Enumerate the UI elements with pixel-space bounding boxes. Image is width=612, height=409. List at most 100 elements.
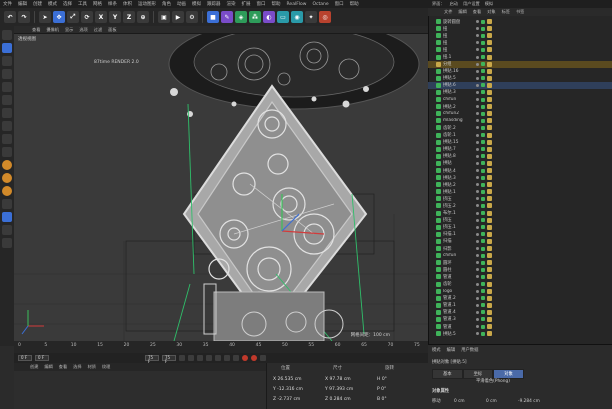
sculpt-icon[interactable] <box>2 199 12 209</box>
tag-icon[interactable] <box>487 324 492 330</box>
tag-icon[interactable] <box>487 288 492 294</box>
layer-icon[interactable] <box>2 212 12 222</box>
object-row[interactable]: 扭 <box>428 46 612 53</box>
object-menu-item-0[interactable]: 文件 <box>444 9 452 15</box>
attributes-menu-item-2[interactable]: 用户数据 <box>461 347 478 353</box>
menu-item-8[interactable]: 体积 <box>123 1 132 7</box>
autokey-icon[interactable] <box>251 355 257 361</box>
tag-icon[interactable] <box>487 82 492 88</box>
make-editable-icon[interactable] <box>2 30 12 40</box>
viewport-menu-item-3[interactable]: 选项 <box>79 27 87 33</box>
menu-item-15[interactable]: 扩展 <box>242 1 251 7</box>
tag-icon[interactable] <box>487 316 492 322</box>
visibility-dot-icon[interactable] <box>476 20 479 24</box>
tag-icon[interactable] <box>487 217 492 223</box>
enabled-check-icon[interactable] <box>481 296 485 301</box>
visibility-dot-icon[interactable] <box>476 247 479 251</box>
object-row[interactable]: 挤压 <box>428 217 612 224</box>
tag-icon[interactable] <box>487 246 492 252</box>
object-row[interactable]: logo <box>428 288 612 295</box>
visibility-dot-icon[interactable] <box>476 239 479 243</box>
material-menu-item-5[interactable]: 纹理 <box>102 364 110 370</box>
coord-system-icon[interactable]: ⊕ <box>137 11 149 23</box>
octane-icon[interactable]: ◎ <box>319 11 331 23</box>
object-row[interactable]: 扫影 <box>428 245 612 252</box>
record-icon[interactable] <box>242 355 248 361</box>
visibility-dot-icon[interactable] <box>476 325 479 329</box>
visibility-dot-icon[interactable] <box>476 261 479 265</box>
enabled-check-icon[interactable] <box>481 161 485 166</box>
brush-icon[interactable] <box>2 238 12 248</box>
menu-item-12[interactable]: 模拟 <box>192 1 201 7</box>
tag-icon[interactable] <box>487 68 492 74</box>
visibility-dot-icon[interactable] <box>476 140 479 144</box>
z-axis-button[interactable]: Z <box>123 11 135 23</box>
light-icon[interactable]: ✦ <box>305 11 317 23</box>
end-frame-field-2[interactable]: 75 F <box>162 355 176 364</box>
enabled-check-icon[interactable] <box>481 182 485 187</box>
visibility-dot-icon[interactable] <box>476 27 479 31</box>
tag-icon[interactable] <box>487 302 492 308</box>
object-row[interactable]: 挤压.1 <box>428 224 612 231</box>
enabled-check-icon[interactable] <box>481 147 485 152</box>
point-mode-icon[interactable] <box>2 69 12 79</box>
size-z-field[interactable]: Z 0.284 cm <box>325 397 373 402</box>
tag-icon[interactable] <box>487 231 492 237</box>
tag-icon[interactable] <box>487 47 492 53</box>
visibility-dot-icon[interactable] <box>476 154 479 158</box>
object-row[interactable]: 拼贴.16 <box>428 68 612 75</box>
visibility-dot-icon[interactable] <box>476 183 479 187</box>
render-settings-icon[interactable]: ⚙ <box>186 11 198 23</box>
plugin-icon-3[interactable] <box>2 186 12 196</box>
menu-item-7[interactable]: 样条 <box>108 1 117 7</box>
end-frame-field[interactable]: 75 F <box>145 355 159 364</box>
menu-item-13[interactable]: 跟踪器 <box>207 1 221 7</box>
tag-icon[interactable] <box>487 210 492 216</box>
enabled-check-icon[interactable] <box>481 33 485 38</box>
object-row[interactable]: chifun <box>428 252 612 259</box>
object-row[interactable]: 扫描 <box>428 238 612 245</box>
object-row[interactable]: 扫描.1 <box>428 231 612 238</box>
object-row[interactable]: 拼贴.6 <box>428 81 612 89</box>
prev-frame-icon[interactable] <box>197 355 203 361</box>
tag-icon[interactable] <box>487 61 492 67</box>
y-axis-button[interactable]: Y <box>109 11 121 23</box>
object-row[interactable]: 扭 <box>428 25 612 32</box>
tag-icon[interactable] <box>487 40 492 46</box>
object-row[interactable]: 管道.2 <box>428 295 612 302</box>
visibility-dot-icon[interactable] <box>476 303 479 307</box>
tag-icon[interactable] <box>487 160 492 166</box>
tag-icon[interactable] <box>487 182 492 188</box>
visibility-dot-icon[interactable] <box>476 126 479 130</box>
object-menu-item-4[interactable]: 标签 <box>502 9 510 15</box>
viewport-menu-item-5[interactable]: 面板 <box>108 27 116 33</box>
menu-item-19[interactable]: Octane <box>312 2 328 7</box>
menu-item-14[interactable]: 渲染 <box>227 1 236 7</box>
tag-icon[interactable] <box>487 295 492 301</box>
visibility-dot-icon[interactable] <box>476 268 479 272</box>
tag-icon[interactable] <box>487 26 492 32</box>
material-menu-item-2[interactable]: 查看 <box>59 364 67 370</box>
menu-item-9[interactable]: 运动图形 <box>138 1 156 7</box>
object-row[interactable]: 圆柱 <box>428 266 612 273</box>
tag-icon[interactable] <box>487 132 492 138</box>
enabled-check-icon[interactable] <box>481 118 485 123</box>
object-menu-item-5[interactable]: 书签 <box>516 9 524 15</box>
tag-icon[interactable] <box>487 309 492 315</box>
object-row[interactable]: 挤压 <box>428 195 612 202</box>
enabled-check-icon[interactable] <box>481 40 485 45</box>
attributes-menu-item-0[interactable]: 模式 <box>432 347 441 353</box>
menu-item-4[interactable]: 选择 <box>63 1 72 7</box>
tag-icon[interactable] <box>487 75 492 81</box>
enabled-check-icon[interactable] <box>481 232 485 237</box>
object-menu-item-1[interactable]: 编辑 <box>458 9 466 15</box>
undo-icon[interactable]: ↶ <box>4 11 16 23</box>
visibility-dot-icon[interactable] <box>476 105 479 109</box>
tag-icon[interactable] <box>487 168 492 174</box>
enabled-check-icon[interactable] <box>481 90 485 95</box>
enabled-check-icon[interactable] <box>481 189 485 194</box>
visibility-dot-icon[interactable] <box>476 98 479 102</box>
visibility-dot-icon[interactable] <box>476 48 479 52</box>
viewport-menu-item-4[interactable]: 过滤 <box>94 27 102 33</box>
menu-item-3[interactable]: 模式 <box>48 1 57 7</box>
